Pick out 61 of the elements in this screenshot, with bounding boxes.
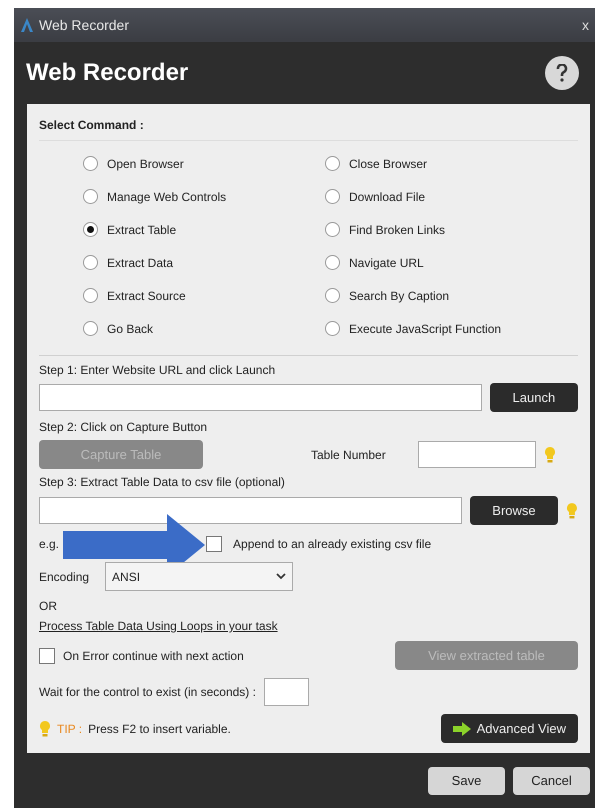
radio-label[interactable]: Close Browser [349,156,428,170]
advanced-view-button[interactable]: Advanced View [440,714,578,743]
on-error-label[interactable]: On Error continue with next action [63,648,244,662]
radio-button[interactable] [325,222,340,237]
lightbulb-icon [544,446,556,464]
radio-label[interactable]: Download File [349,190,426,204]
radio-button[interactable] [83,255,98,270]
help-icon [556,64,568,82]
url-field[interactable] [39,384,482,411]
lightbulb-icon [566,502,578,520]
chevron-down-icon [276,573,286,580]
encoding-dropdown[interactable]: ANSI [105,562,294,591]
table-number-label: Table Number [311,448,386,462]
section-label: Select Command : [39,104,578,141]
radio-label[interactable]: Open Browser [107,156,184,170]
tip-text: Press F2 to insert variable. [88,722,231,736]
on-error-checkbox[interactable] [39,648,55,664]
lightbulb-icon [39,720,51,738]
dialog-button[interactable]: Cancel [513,766,590,794]
wait-seconds-field[interactable] [264,678,309,706]
or-label: OR [39,599,58,613]
dialog-button[interactable]: Save [428,766,505,794]
radio-button[interactable] [325,255,340,270]
append-checkbox[interactable] [206,536,222,552]
radio-button[interactable] [83,189,98,204]
launch-button[interactable]: Launch [490,383,578,412]
radio-label[interactable]: Manage Web Controls [107,190,226,204]
radio-label[interactable]: Navigate URL [349,256,424,270]
radio-button[interactable] [83,222,98,237]
encoding-label: Encoding [39,570,90,584]
radio-button[interactable] [325,321,340,336]
step-label: Step 3: Extract Table Data to csv file (optional) [39,475,286,491]
radio-label[interactable]: Find Broken Links [349,222,446,236]
csv-path-field[interactable] [39,497,462,524]
step-label: Step 2: Click on Capture Button [39,420,208,436]
arrow-right-icon [452,722,471,736]
wait-label: Wait for the control to exist (in seconds) : [39,685,256,699]
tip-label: TIP : [57,722,82,736]
radio-label[interactable]: Extract Source [107,288,186,302]
close-icon[interactable]: x [582,17,589,33]
dialog-title: Web Recorder [26,59,188,87]
app-logo-icon [20,17,34,33]
radio-button[interactable] [83,156,98,171]
radio-button[interactable] [83,288,98,303]
radio-label[interactable]: Extract Data [107,256,174,270]
radio-button[interactable] [325,156,340,171]
radio-label[interactable]: Go Back [107,322,154,336]
radio-label[interactable]: Extract Table [107,222,176,236]
radio-label[interactable]: Search By Caption [349,288,450,302]
radio-button[interactable] [325,288,340,303]
radio-button[interactable] [325,189,340,204]
step-label: Step 1: Enter Website URL and click Launch [39,363,276,379]
append-label[interactable]: Append to an already existing csv file [233,537,432,551]
radio-button[interactable] [83,321,98,336]
radio-label[interactable]: Execute JavaScript Function [349,322,502,336]
window-title: Web Recorder [39,17,130,33]
browse-button[interactable]: Browse [470,496,558,525]
help-button[interactable] [545,56,579,90]
example-text: e.g. [39,537,60,551]
loops-link[interactable]: Process Table Data Using Loops in your task [39,619,278,633]
table-number-field[interactable] [418,441,536,468]
